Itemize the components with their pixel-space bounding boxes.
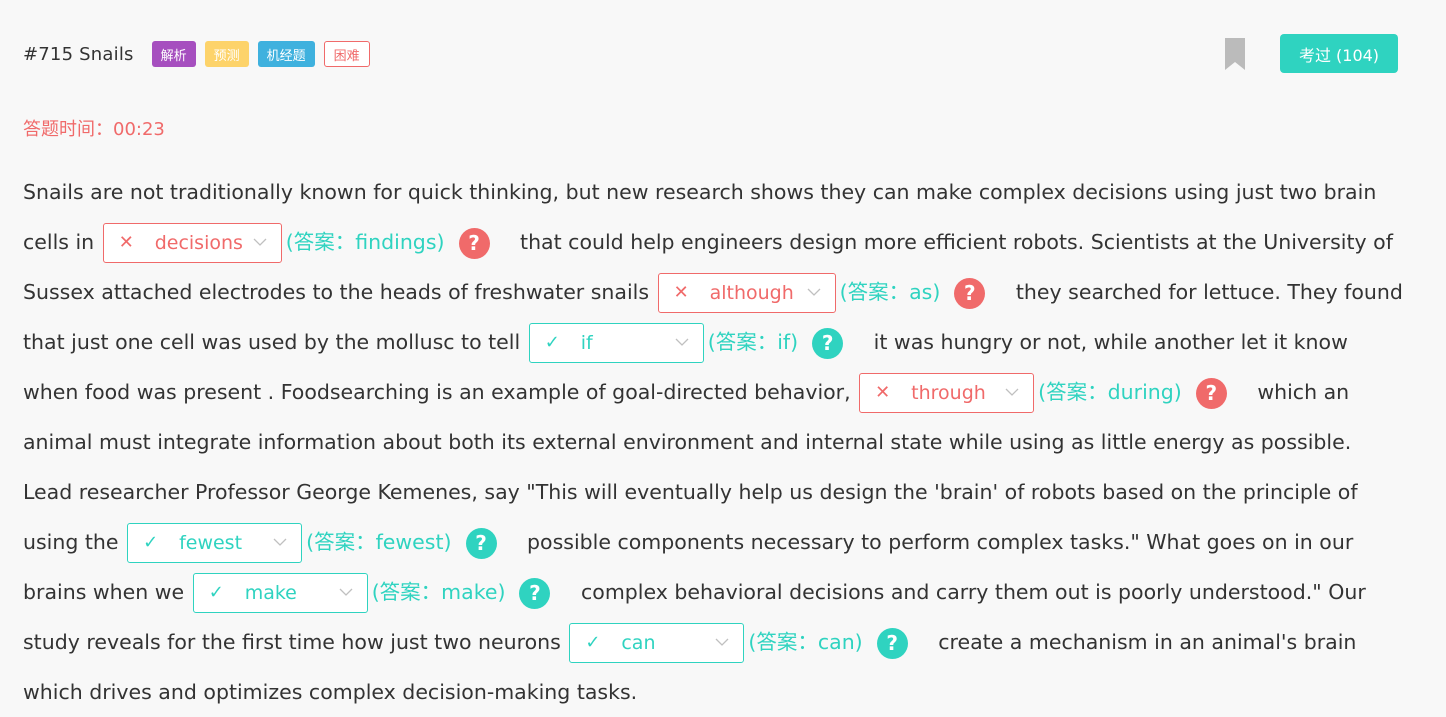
tag-difficulty: 困难 <box>323 41 370 67</box>
selected-option: through <box>911 382 986 404</box>
bookmark-icon[interactable] <box>1225 38 1245 70</box>
gap-select-1[interactable]: ✕ decisions <box>102 223 282 263</box>
selected-option: although <box>709 282 794 304</box>
gap-select-2[interactable]: ✕ although <box>657 273 836 313</box>
gap-select-7[interactable]: ✓ can <box>569 623 745 663</box>
cross-icon: ✕ <box>875 382 891 403</box>
question-header: #715 Snails 解析 预测 机经题 困难 <box>23 38 379 70</box>
tag-analysis[interactable]: 解析 <box>151 41 196 67</box>
question-page: #715 Snails 解析 预测 机经题 困难 考过 (104) 答题时间：0… <box>0 0 1446 711</box>
help-icon[interactable]: ? <box>458 227 490 259</box>
gap-select-3[interactable]: ✓ if <box>528 323 704 363</box>
check-icon: ✓ <box>208 582 224 603</box>
chevron-down-icon <box>339 588 353 596</box>
help-icon[interactable]: ? <box>465 527 497 559</box>
gap-select-4[interactable]: ✕ through <box>859 373 1035 413</box>
selected-option: fewest <box>179 532 243 554</box>
gap-select-6[interactable]: ✓ make <box>192 573 368 613</box>
selected-option: decisions <box>154 232 243 254</box>
cross-icon: ✕ <box>673 282 689 303</box>
question-title: #715 Snails <box>23 43 134 65</box>
check-icon: ✓ <box>544 332 560 353</box>
answer-text: (答案：can) <box>748 630 863 654</box>
answer-text: (答案：if) <box>707 330 799 354</box>
selected-option: make <box>244 582 297 604</box>
answer-text: (答案：as) <box>839 280 941 304</box>
tag-prediction[interactable]: 预测 <box>204 41 249 67</box>
chevron-down-icon <box>675 338 689 346</box>
chevron-down-icon <box>715 638 729 646</box>
passed-button[interactable]: 考过 (104) <box>1280 34 1398 73</box>
answer-text: (答案：findings) <box>285 230 445 254</box>
answer-text: (答案：fewest) <box>306 530 452 554</box>
chevron-down-icon <box>273 538 287 546</box>
chevron-down-icon <box>253 238 267 246</box>
answer-text: (答案：make) <box>371 580 506 604</box>
answer-timer: 答题时间：00:23 <box>23 119 165 140</box>
help-icon[interactable]: ? <box>954 277 986 309</box>
selected-option: can <box>621 632 656 654</box>
tag-exam-question[interactable]: 机经题 <box>257 41 315 67</box>
help-icon[interactable]: ? <box>876 627 908 659</box>
selected-option: if <box>580 332 593 354</box>
check-icon: ✓ <box>143 532 159 553</box>
passage: Snails are not traditionally known for q… <box>23 167 1403 717</box>
help-icon[interactable]: ? <box>812 327 844 359</box>
answer-text: (答案：during) <box>1038 380 1182 404</box>
help-icon[interactable]: ? <box>1195 377 1227 409</box>
chevron-down-icon <box>807 288 821 296</box>
chevron-down-icon <box>1005 388 1019 396</box>
help-icon[interactable]: ? <box>519 577 551 609</box>
cross-icon: ✕ <box>118 232 134 253</box>
check-icon: ✓ <box>585 632 601 653</box>
gap-select-5[interactable]: ✓ fewest <box>127 523 303 563</box>
